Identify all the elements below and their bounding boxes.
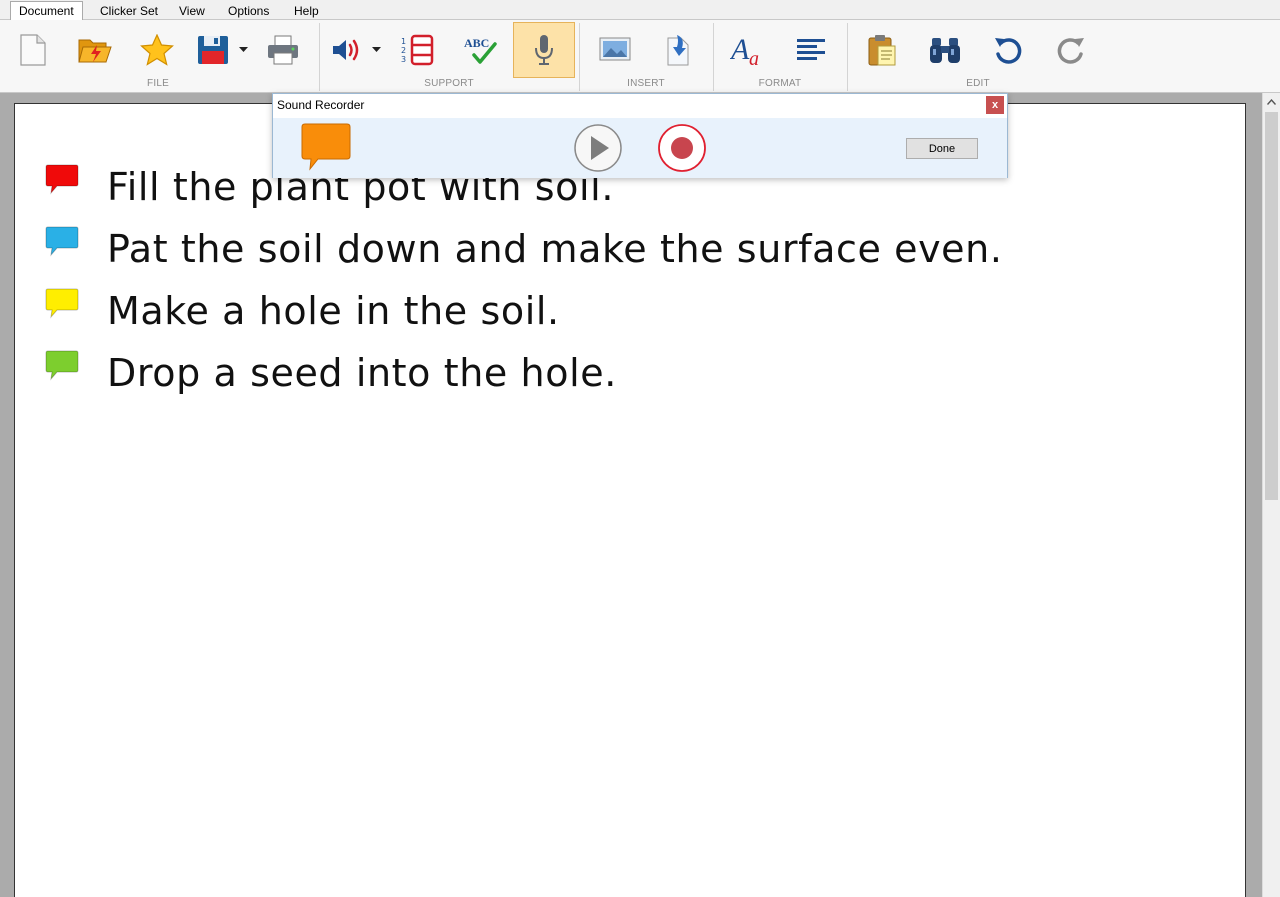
paste-button[interactable] xyxy=(851,22,913,78)
speech-bubble-shape xyxy=(45,350,79,381)
align-button[interactable] xyxy=(780,22,842,78)
group-label-insert: INSERT xyxy=(627,78,665,89)
favorites-button[interactable] xyxy=(126,22,188,78)
find-button[interactable] xyxy=(914,22,976,78)
group-separator xyxy=(847,23,848,91)
undo-icon xyxy=(995,38,1022,64)
speech-bubble-shape xyxy=(45,164,79,195)
speech-bubble-icon[interactable] xyxy=(45,226,79,258)
svg-text:a: a xyxy=(749,48,759,67)
redo-button[interactable] xyxy=(1040,22,1102,78)
new-document-icon xyxy=(20,34,46,66)
chevron-down-icon xyxy=(371,46,381,52)
print-icon xyxy=(268,35,298,65)
svg-text:1: 1 xyxy=(401,37,406,46)
document-line-text: Make a hole in the soil. xyxy=(107,289,560,333)
svg-text:3: 3 xyxy=(401,55,406,64)
dialog-title: Sound Recorder xyxy=(277,98,365,112)
tab-clicker-set[interactable]: Clicker Set xyxy=(92,2,166,20)
document-area: Fill the plant pot with soil. Pat the so… xyxy=(0,93,1262,897)
play-button[interactable] xyxy=(573,123,623,173)
insert-file-icon xyxy=(667,35,689,66)
ribbon-toolbar: FILE 1 2 3 ABC SUPPORT INSERT A a FORMAT… xyxy=(0,20,1280,93)
speech-bubble-shape xyxy=(301,123,351,171)
application-window: Document Clicker Set View Options Help F… xyxy=(0,0,1280,897)
open-folder-icon xyxy=(78,39,112,63)
group-label-format: FORMAT xyxy=(758,78,802,89)
speaker-icon xyxy=(333,39,359,61)
tab-help[interactable]: Help xyxy=(286,2,327,20)
sound-recorder-dialog: Sound Recorder x Done xyxy=(272,93,1008,178)
spellcheck-icon: ABC xyxy=(464,36,497,64)
save-button[interactable] xyxy=(182,22,244,78)
save-dropdown-arrow[interactable] xyxy=(236,42,250,56)
svg-text:2: 2 xyxy=(401,46,406,55)
tab-options[interactable]: Options xyxy=(220,2,277,20)
insert-file-button[interactable] xyxy=(647,22,709,78)
speech-bubble-icon[interactable] xyxy=(45,288,79,320)
done-button[interactable]: Done xyxy=(906,138,978,159)
find-binoculars-icon xyxy=(930,38,960,63)
spellcheck-button[interactable]: ABC xyxy=(449,22,511,78)
speech-bubble-icon[interactable] xyxy=(45,350,79,382)
svg-text:ABC: ABC xyxy=(464,36,489,50)
group-separator xyxy=(713,23,714,91)
speech-bubble-shape xyxy=(45,226,79,257)
open-button[interactable] xyxy=(64,22,126,78)
svg-text:A: A xyxy=(730,33,750,66)
paste-clipboard-icon xyxy=(868,35,896,66)
document-line-text: Drop a seed into the hole. xyxy=(107,351,617,395)
group-label-edit: EDIT xyxy=(966,78,990,89)
new-document-button[interactable] xyxy=(2,22,64,78)
scroll-up-button[interactable] xyxy=(1263,93,1280,110)
menu-bar: Document Clicker Set View Options Help xyxy=(0,0,1280,21)
picture-icon xyxy=(599,37,631,61)
insert-picture-button[interactable] xyxy=(584,22,646,78)
scrollbar-thumb[interactable] xyxy=(1265,112,1278,500)
close-button[interactable]: x xyxy=(986,96,1004,114)
undo-button[interactable] xyxy=(977,22,1039,78)
speech-bubble-icon[interactable] xyxy=(301,123,353,171)
chevron-down-icon xyxy=(238,46,248,52)
word-list-button[interactable]: 1 2 3 xyxy=(386,22,448,78)
sound-recorder-button[interactable] xyxy=(513,22,575,78)
align-left-icon xyxy=(797,39,825,60)
document-line-text: Pat the soil down and make the surface e… xyxy=(107,227,1003,271)
redo-icon xyxy=(1057,38,1084,64)
dialog-body: Done xyxy=(273,118,1007,178)
vertical-scrollbar[interactable] xyxy=(1262,93,1280,897)
save-disk-icon xyxy=(198,36,228,64)
font-button[interactable]: A a xyxy=(716,22,778,78)
speech-bubble-shape xyxy=(45,288,79,319)
microphone-icon xyxy=(535,35,553,65)
numbered-list-icon: 1 2 3 xyxy=(401,34,434,66)
print-button[interactable] xyxy=(252,22,314,78)
favorite-star-icon xyxy=(140,34,174,66)
group-separator xyxy=(579,23,580,91)
record-icon xyxy=(671,137,693,159)
group-label-file: FILE xyxy=(147,78,169,89)
tab-document[interactable]: Document xyxy=(10,1,83,21)
group-label-support: SUPPORT xyxy=(424,78,474,89)
font-icon: A a xyxy=(730,33,759,67)
tab-view[interactable]: View xyxy=(171,2,213,20)
speech-dropdown-arrow[interactable] xyxy=(369,42,383,56)
speech-bubble-icon[interactable] xyxy=(45,164,79,196)
chevron-up-icon xyxy=(1267,98,1276,105)
document-page[interactable]: Fill the plant pot with soil. Pat the so… xyxy=(14,103,1246,897)
record-button[interactable] xyxy=(657,123,707,173)
